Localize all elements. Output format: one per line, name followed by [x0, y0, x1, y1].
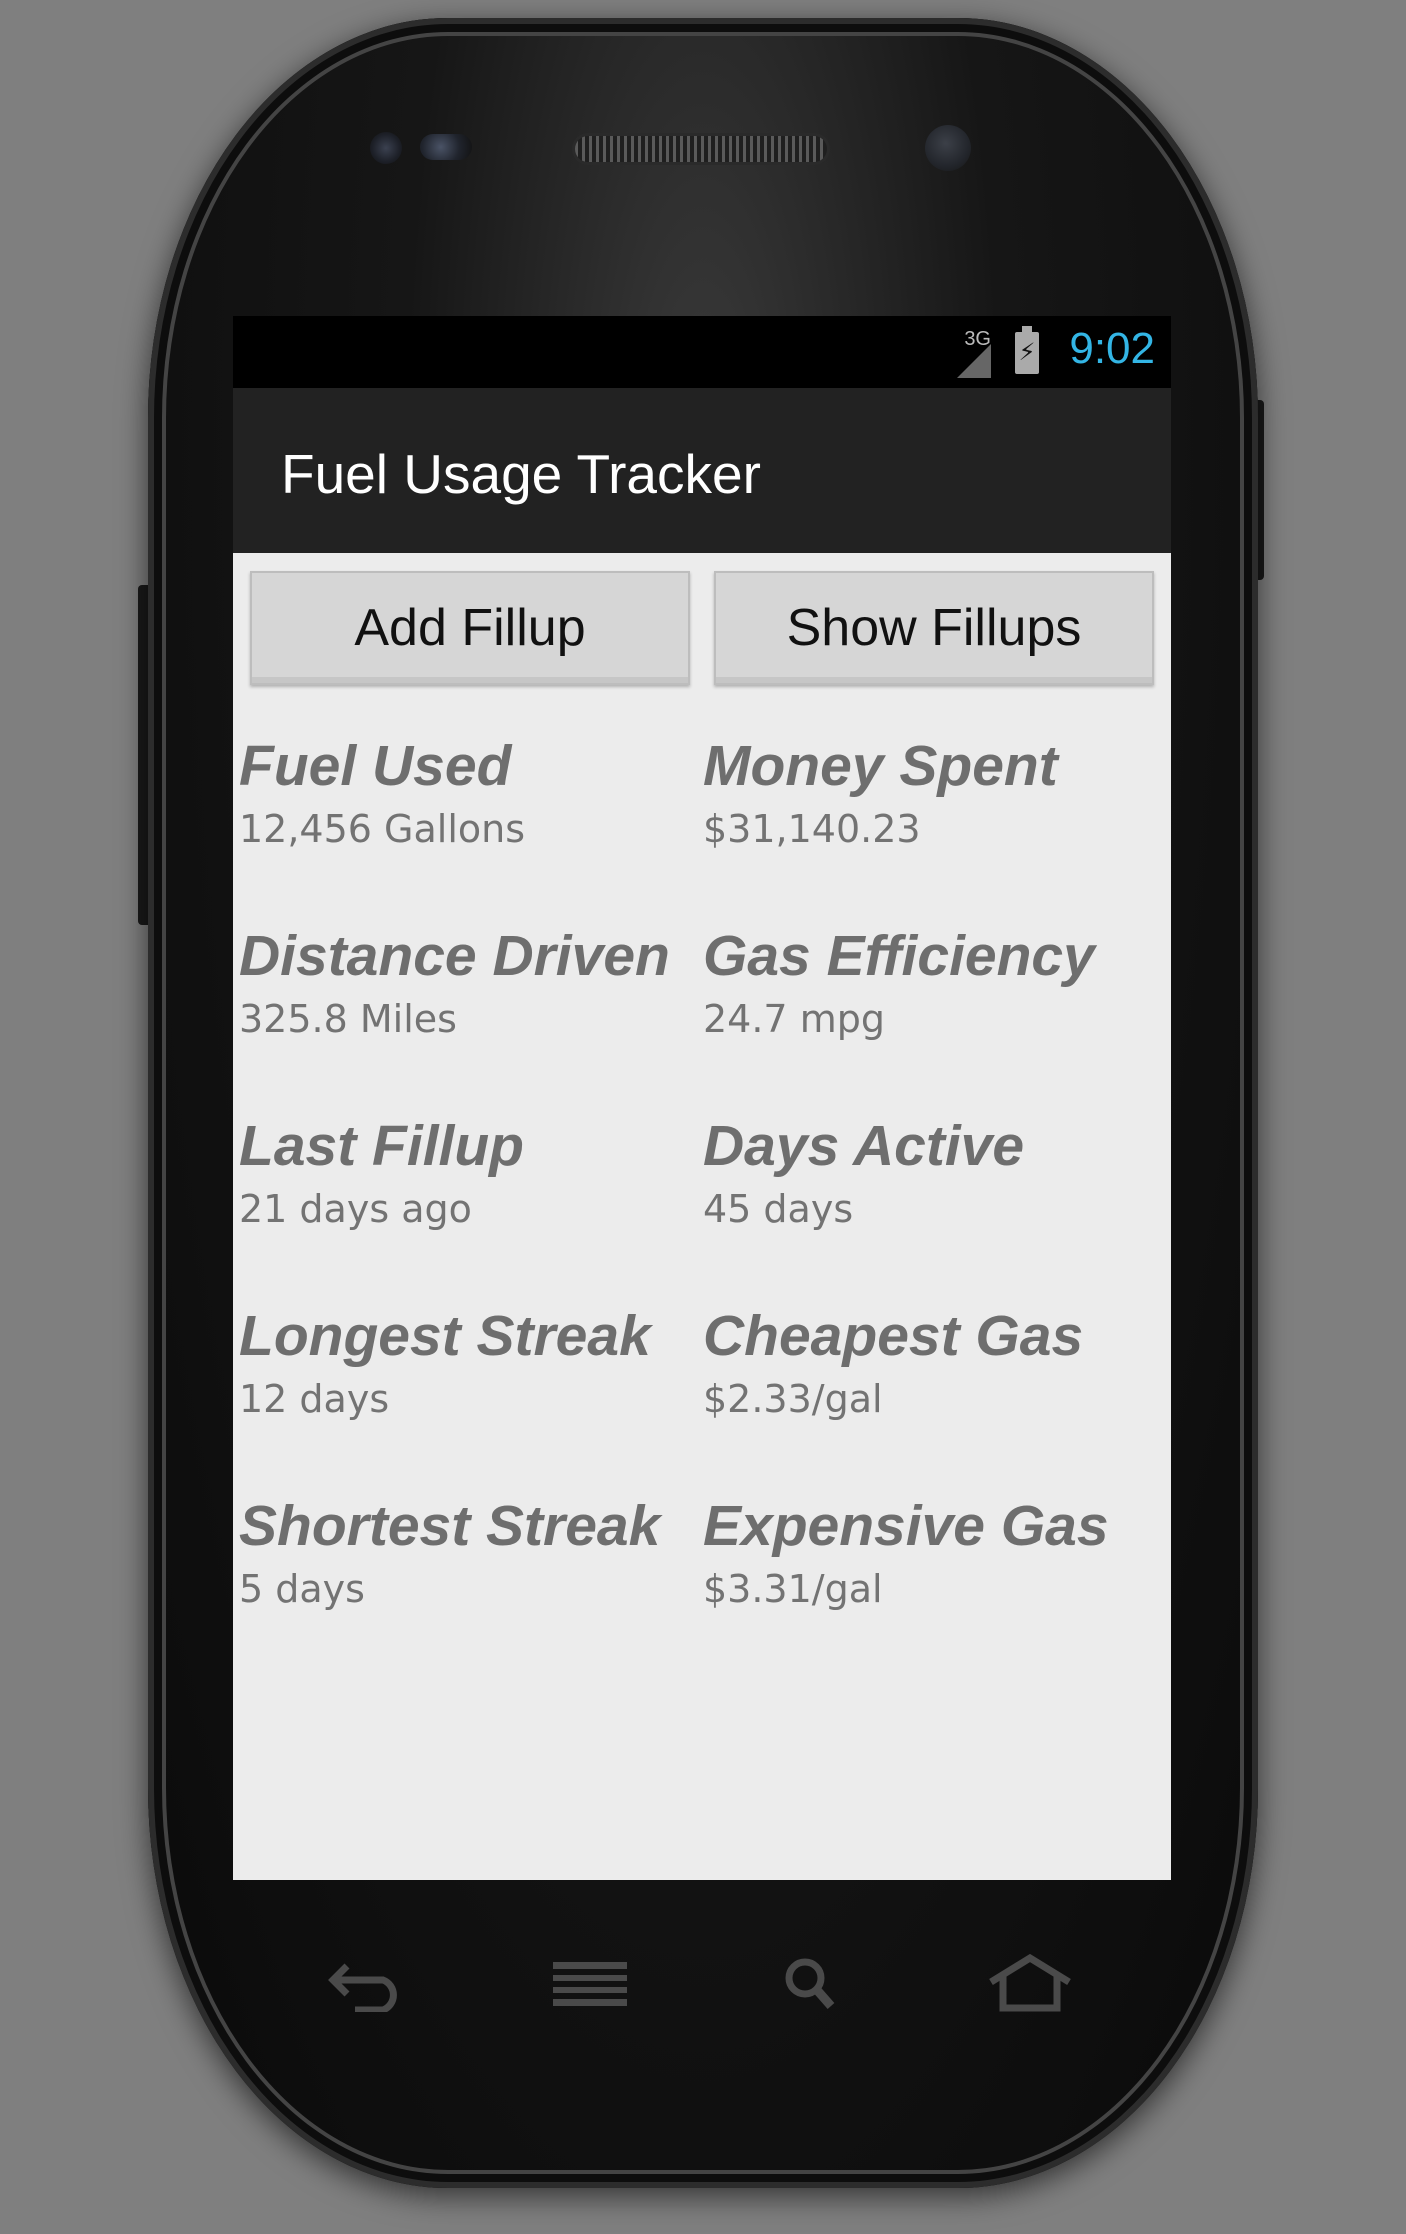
- stat-last-fillup: Last Fillup 21 days ago: [239, 1113, 699, 1231]
- stat-label: Longest Streak: [239, 1304, 651, 1368]
- stat-cheapest-gas: Cheapest Gas $2.33/gal: [703, 1303, 1163, 1421]
- status-clock: 9:02: [1069, 324, 1155, 373]
- signal-icon: [957, 344, 991, 378]
- front-camera: [370, 132, 402, 164]
- main-content: Add Fillup Show Fillups Fuel Used 12,456…: [233, 553, 1171, 1880]
- stat-value: 325.8 Miles: [239, 997, 457, 1041]
- back-icon[interactable]: [323, 1952, 413, 2014]
- stat-label: Cheapest Gas: [703, 1304, 1084, 1368]
- stat-label: Money Spent: [703, 734, 1058, 798]
- stat-label: Fuel Used: [239, 734, 512, 798]
- home-icon[interactable]: [985, 1952, 1075, 2014]
- stat-value: 21 days ago: [239, 1187, 472, 1231]
- stat-fuel-used: Fuel Used 12,456 Gallons: [239, 733, 699, 851]
- stat-value: $3.31/gal: [703, 1567, 883, 1611]
- search-icon[interactable]: [765, 1952, 855, 2014]
- menu-icon[interactable]: [545, 1952, 635, 2014]
- show-fillups-button[interactable]: Show Fillups: [714, 571, 1154, 685]
- stat-label: Gas Efficiency: [703, 924, 1095, 988]
- stat-label: Last Fillup: [239, 1114, 524, 1178]
- stat-value: $2.33/gal: [703, 1377, 883, 1421]
- stat-days-active: Days Active 45 days: [703, 1113, 1163, 1231]
- stat-longest-streak: Longest Streak 12 days: [239, 1303, 699, 1421]
- navigation-bar: [233, 1880, 1171, 2080]
- light-sensor: [925, 125, 971, 171]
- earpiece-speaker: [575, 136, 827, 162]
- stat-value: 45 days: [703, 1187, 854, 1231]
- stat-shortest-streak: Shortest Streak 5 days: [239, 1493, 699, 1611]
- app-title: Fuel Usage Tracker: [281, 443, 761, 505]
- stat-value: 5 days: [239, 1567, 365, 1611]
- stat-label: Distance Driven: [239, 924, 670, 988]
- proximity-sensor: [420, 134, 472, 160]
- add-fillup-button[interactable]: Add Fillup: [250, 571, 690, 685]
- stat-value: 12 days: [239, 1377, 390, 1421]
- stat-gas-efficiency: Gas Efficiency 24.7 mpg: [703, 923, 1163, 1041]
- stat-value: $31,140.23: [703, 807, 921, 851]
- stat-label: Expensive Gas: [703, 1494, 1109, 1558]
- action-bar: Fuel Usage Tracker: [233, 388, 1171, 553]
- battery-charging-icon: ⚡: [1015, 326, 1039, 374]
- stat-label: Days Active: [703, 1114, 1025, 1178]
- stat-value: 24.7 mpg: [703, 997, 885, 1041]
- stat-distance-driven: Distance Driven 325.8 Miles: [239, 923, 699, 1041]
- stat-value: 12,456 Gallons: [239, 807, 526, 851]
- stat-money-spent: Money Spent $31,140.23: [703, 733, 1163, 851]
- stat-label: Shortest Streak: [239, 1494, 661, 1558]
- status-bar: 3G ⚡ 9:02: [233, 316, 1171, 388]
- stat-expensive-gas: Expensive Gas $3.31/gal: [703, 1493, 1163, 1611]
